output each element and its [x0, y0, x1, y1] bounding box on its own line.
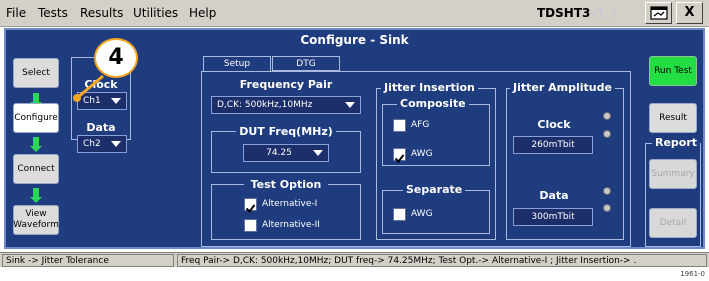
figure-reference: 1961-0	[680, 270, 705, 278]
status-left: Sink -> Jitter Tolerance	[2, 254, 174, 267]
status-right: Freq Pair-> D,CK: 500kHz,10MHz; DUT freq…	[177, 254, 707, 267]
step-callout: 4	[94, 38, 138, 78]
status-bar: Sink -> Jitter Tolerance Freq Pair-> D,C…	[0, 252, 709, 267]
